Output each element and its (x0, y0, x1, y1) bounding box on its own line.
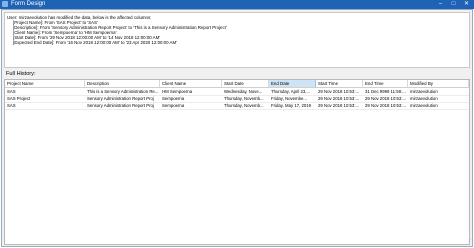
resize-grip-icon[interactable]: ⋰ (466, 240, 471, 245)
table-cell[interactable]: HM Sempoerna (160, 88, 222, 95)
table-cell[interactable]: mirzaevolution (408, 88, 469, 95)
column-header-end-date[interactable]: End Date (269, 80, 316, 88)
minimize-button[interactable]: – (434, 0, 447, 9)
table-cell[interactable]: 29 Nov 2018 10:53:... (316, 88, 363, 95)
table-cell[interactable]: 29 Nov 2018 10:53:... (316, 95, 363, 102)
table-cell[interactable]: Sensory Administration Report Proj (85, 95, 160, 102)
column-header-project-name[interactable]: Project Name (5, 80, 85, 88)
row-divider (5, 109, 469, 110)
table-cell[interactable]: mirzaevolution (408, 102, 469, 109)
column-header-modified-by[interactable]: Modified By (408, 80, 469, 88)
table-cell[interactable]: 31 Dec 9999 11:59:... (363, 88, 408, 95)
table-cell[interactable]: SAS (5, 102, 85, 109)
close-button[interactable]: ✕ (460, 0, 473, 9)
table-cell[interactable]: SAS Project (5, 95, 85, 102)
change-detail-textbox[interactable]: User: mirzaevolution has modified the da… (4, 12, 470, 68)
column-header-description[interactable]: Description (85, 80, 160, 88)
table-cell[interactable]: Friday, May 17, 2019 (269, 102, 316, 109)
table-cell[interactable]: SAS (5, 88, 85, 95)
window-client-area: User: mirzaevolution has modified the da… (1, 9, 473, 247)
column-header-start-date[interactable]: Start Date (222, 80, 269, 88)
app-icon (2, 1, 8, 7)
history-grid[interactable]: Project Name Description Client Name Sta… (4, 79, 470, 245)
detail-line-expected-end-date: [Expected End Date]: From '16 Nov 2018 1… (13, 40, 177, 45)
column-header-end-time[interactable]: End Time (363, 80, 408, 88)
table-cell[interactable]: Thursday, Novemb... (222, 102, 269, 109)
table-cell[interactable]: Sempoerna (160, 102, 222, 109)
column-header-start-time[interactable]: Start Time (316, 80, 363, 88)
column-header-client-name[interactable]: Client Name (160, 80, 222, 88)
table-cell[interactable]: Thursday, Novemb... (222, 95, 269, 102)
table-cell[interactable]: 29 Nov 2018 10:53:... (363, 95, 408, 102)
table-cell[interactable]: 29 Nov 2018 10:53:... (316, 102, 363, 109)
table-cell[interactable]: Friday, Novembe... (269, 95, 316, 102)
table-cell[interactable]: Sensory Administration Report Proj (85, 102, 160, 109)
window-title: Form Design (11, 1, 46, 7)
full-history-label: Full History: (6, 71, 36, 77)
table-cell[interactable]: Sempoerna (160, 95, 222, 102)
table-cell[interactable]: 29 Nov 2018 10:53:... (363, 102, 408, 109)
maximize-button[interactable]: □ (447, 0, 460, 9)
table-cell[interactable]: This is a Sensory Administration Re... (85, 88, 160, 95)
table-cell[interactable]: Wednesday, Nove... (222, 88, 269, 95)
title-bar: Form Design – □ ✕ (0, 0, 474, 9)
table-cell[interactable]: Thursday, April 23,... (269, 88, 316, 95)
table-cell[interactable]: mirzaevolution (408, 95, 469, 102)
